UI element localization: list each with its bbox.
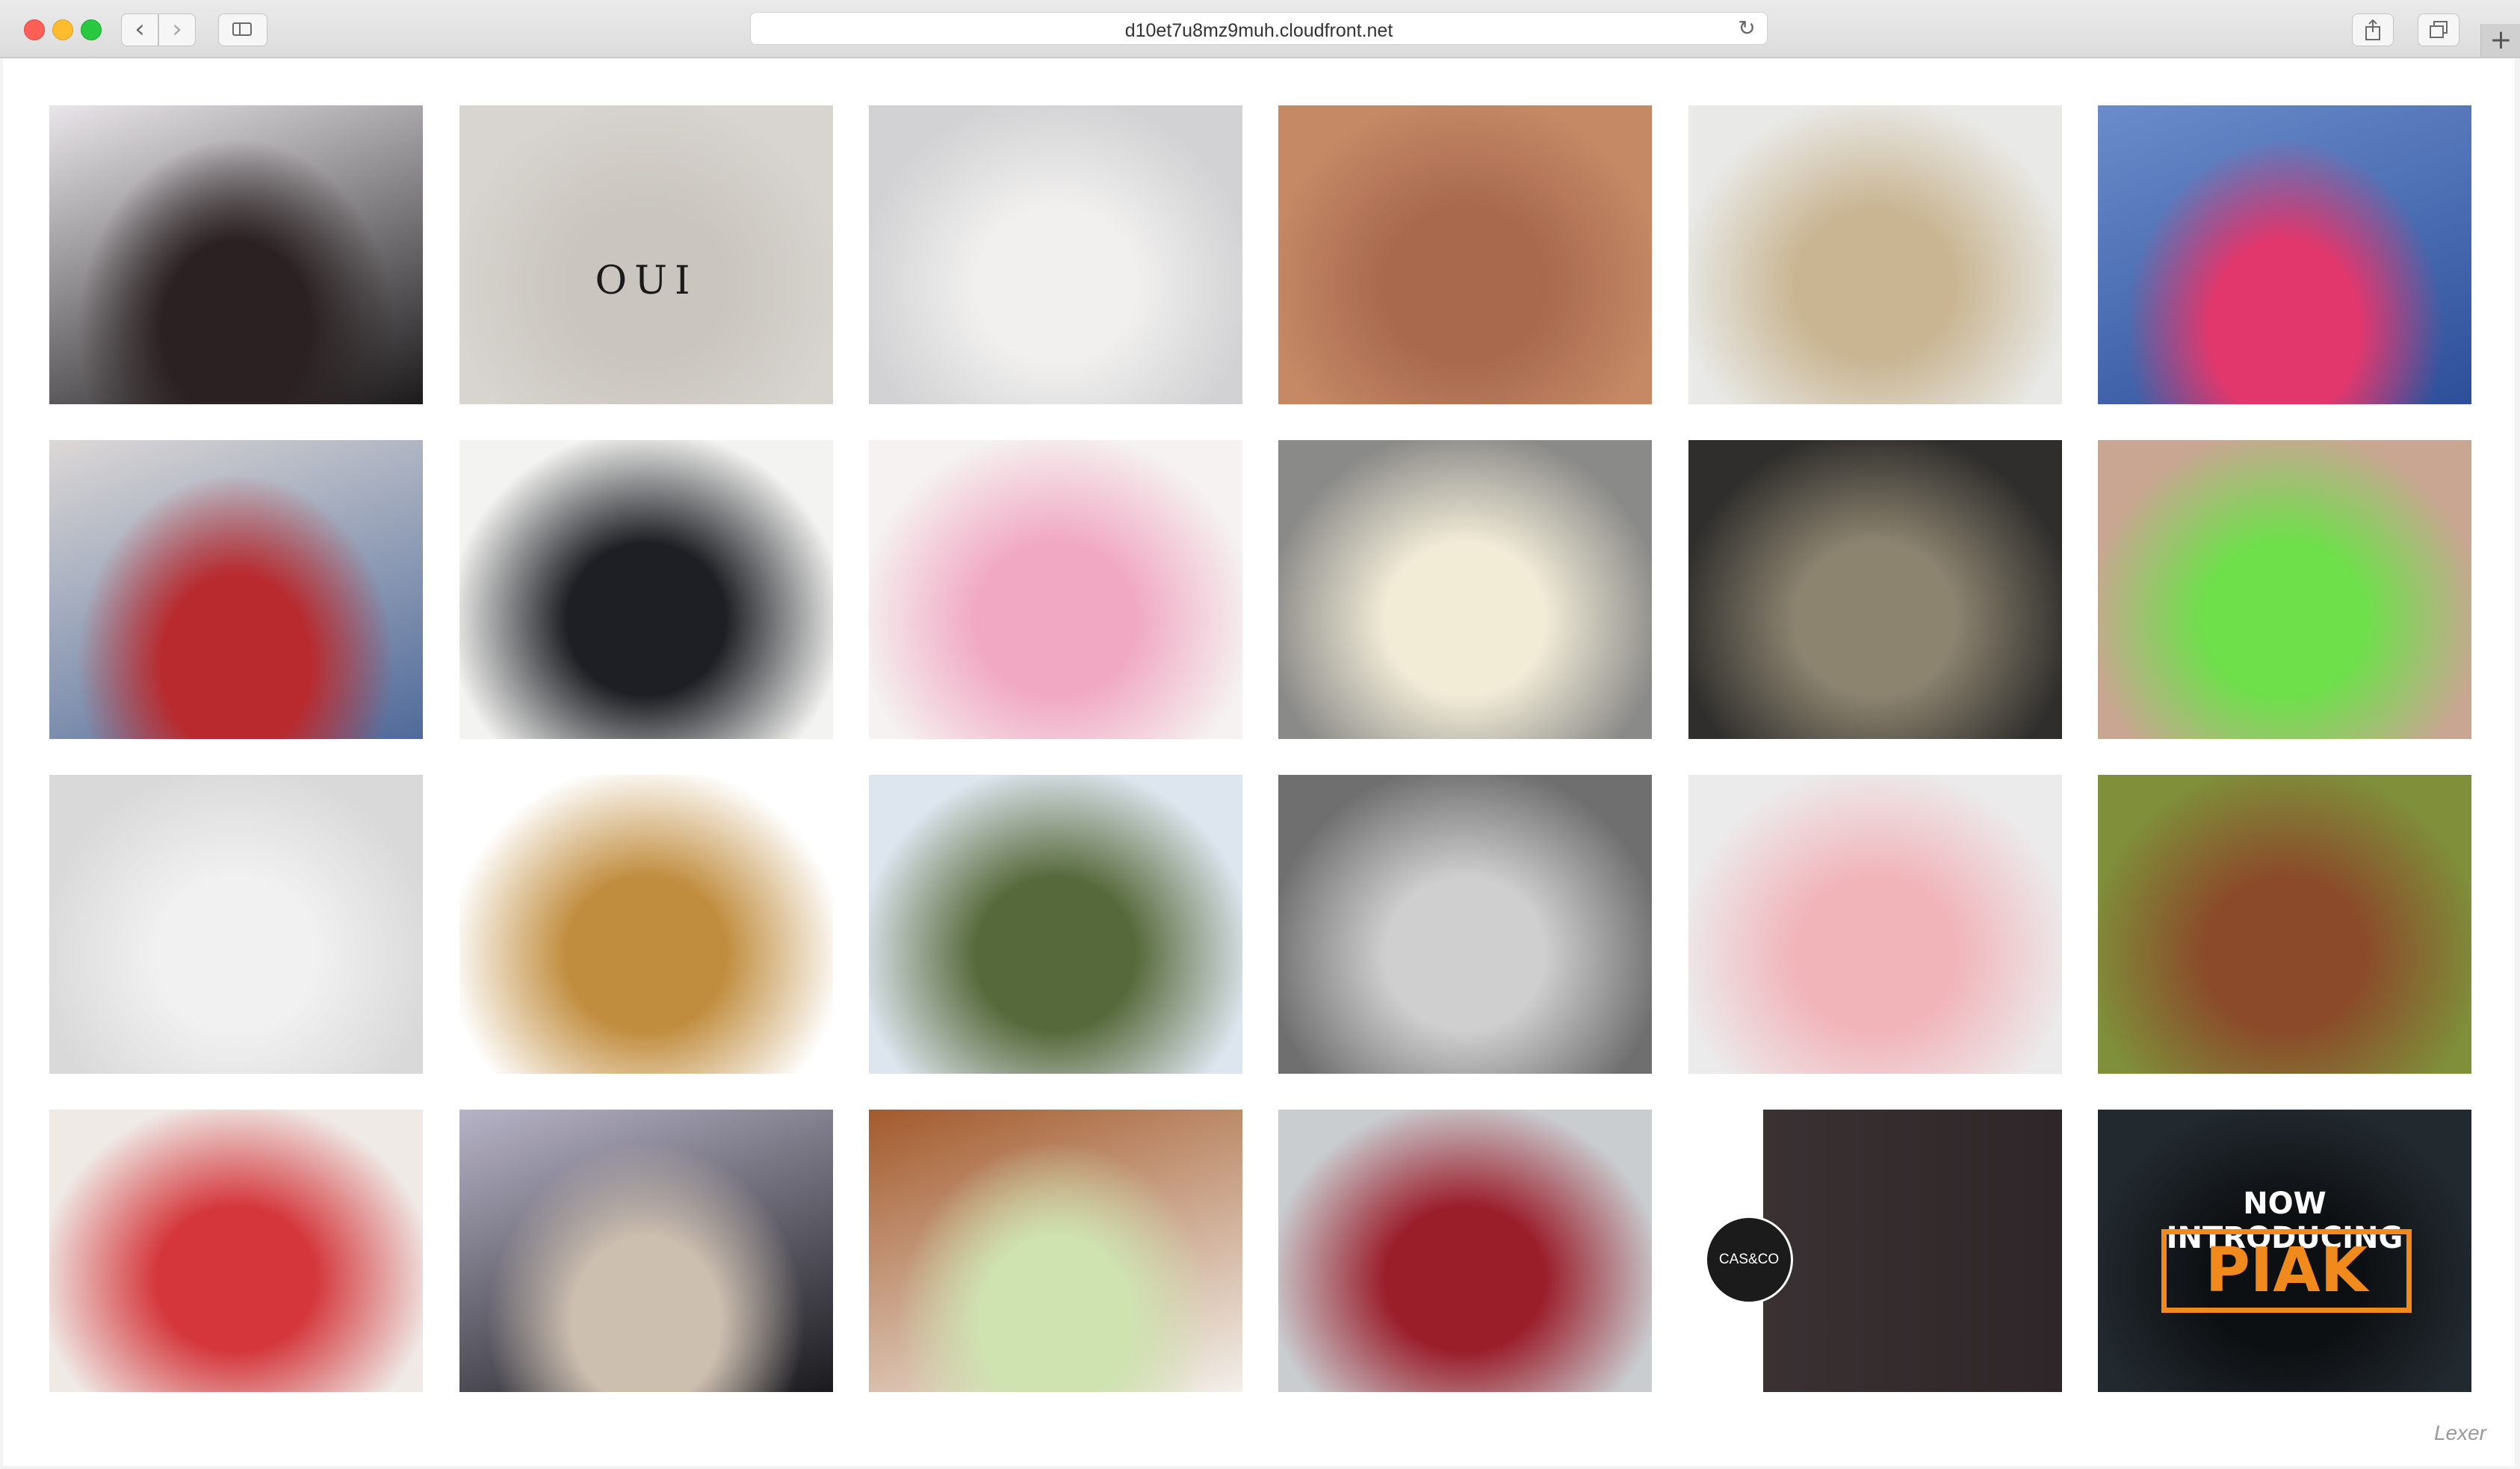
gallery-tile-model-band-tee[interactable]: [49, 105, 423, 404]
gallery-tile-red-sweatshirt-selfie[interactable]: [49, 1110, 423, 1392]
lexer-watermark: Lexer: [2433, 1421, 2486, 1444]
gallery-tile-spray-bottles[interactable]: [869, 1110, 1242, 1392]
url-text: d10et7u8mz9muh.cloudfront.net: [1124, 20, 1393, 41]
gallery-tile-surfer-beach[interactable]: [459, 1110, 833, 1392]
brand-logo-badge: CAS&CO: [1705, 1216, 1793, 1304]
forward-button[interactable]: ›: [158, 13, 196, 46]
gallery-tile-girl-toy-makeup[interactable]: [869, 440, 1242, 739]
chevron-right-icon: ›: [172, 14, 182, 44]
plus-icon: +: [2489, 25, 2513, 55]
minimize-window-button[interactable]: [52, 19, 73, 40]
address-bar[interactable]: d10et7u8mz9muh.cloudfront.net ↻: [750, 12, 1768, 45]
gallery-tile-piak-ad[interactable]: NOW INTRODUCING PIAK: [2098, 1110, 2471, 1392]
sidebar-icon: [232, 22, 252, 36]
gallery-tile-fish-net[interactable]: [1688, 440, 2062, 739]
back-button[interactable]: ‹: [121, 13, 158, 46]
sidebar-toggle-button[interactable]: [218, 13, 267, 46]
gallery-tile-blonde-hair[interactable]: [1688, 105, 2062, 404]
chevron-left-icon: ‹: [134, 14, 145, 44]
gallery-tile-gold-necklace[interactable]: [1278, 105, 1652, 404]
gallery-tile-red-crop-top[interactable]: [49, 440, 423, 739]
gallery-tile-model-white-sweatshirt[interactable]: [869, 105, 1242, 404]
tile-caption: OUI: [595, 259, 698, 303]
gallery-tile-baby-pink-overalls[interactable]: [1688, 775, 2062, 1074]
reload-icon[interactable]: ↻: [1737, 18, 1756, 39]
share-icon: [2365, 19, 2380, 40]
browser-titlebar: ‹ › d10et7u8mz9muh.cloudfront.net ↻ +: [0, 0, 2520, 58]
gallery-tile-rvca-hoodie[interactable]: [459, 775, 833, 1074]
tab-overview-button[interactable]: [2418, 13, 2459, 46]
gallery-tile-red-velvet-dress[interactable]: [1278, 1110, 1652, 1392]
gallery-tile-cas-and-co-model[interactable]: CAS&CO: [1688, 1110, 2062, 1392]
close-window-button[interactable]: [24, 19, 45, 40]
gallery-tile-candle[interactable]: [1278, 440, 1652, 739]
gallery-tile-neon-sandals[interactable]: [2098, 440, 2471, 739]
gallery-tile-green-sweatshirt[interactable]: [869, 775, 1242, 1074]
gallery-tile-black-ankle-boot[interactable]: [459, 440, 833, 739]
gallery-tile-brown-dog[interactable]: [2098, 775, 2471, 1074]
gallery-tile-glassware-bw[interactable]: [1278, 775, 1652, 1074]
gallery-tile-white-maxi-dress[interactable]: [49, 775, 423, 1074]
gallery-tile-oui-card[interactable]: OUI: [459, 105, 833, 404]
new-tab-button[interactable]: +: [2480, 24, 2520, 57]
ad-brand-logo: PIAK: [2161, 1229, 2412, 1313]
share-button[interactable]: [2352, 13, 2394, 46]
tabs-icon: [2430, 21, 2448, 38]
gallery-tile-candy-display[interactable]: [2098, 105, 2471, 404]
fullscreen-window-button[interactable]: [81, 19, 102, 40]
page-content: OUI CAS&CO NOW INTRODUCING PIAK Lexer: [3, 58, 2515, 1466]
